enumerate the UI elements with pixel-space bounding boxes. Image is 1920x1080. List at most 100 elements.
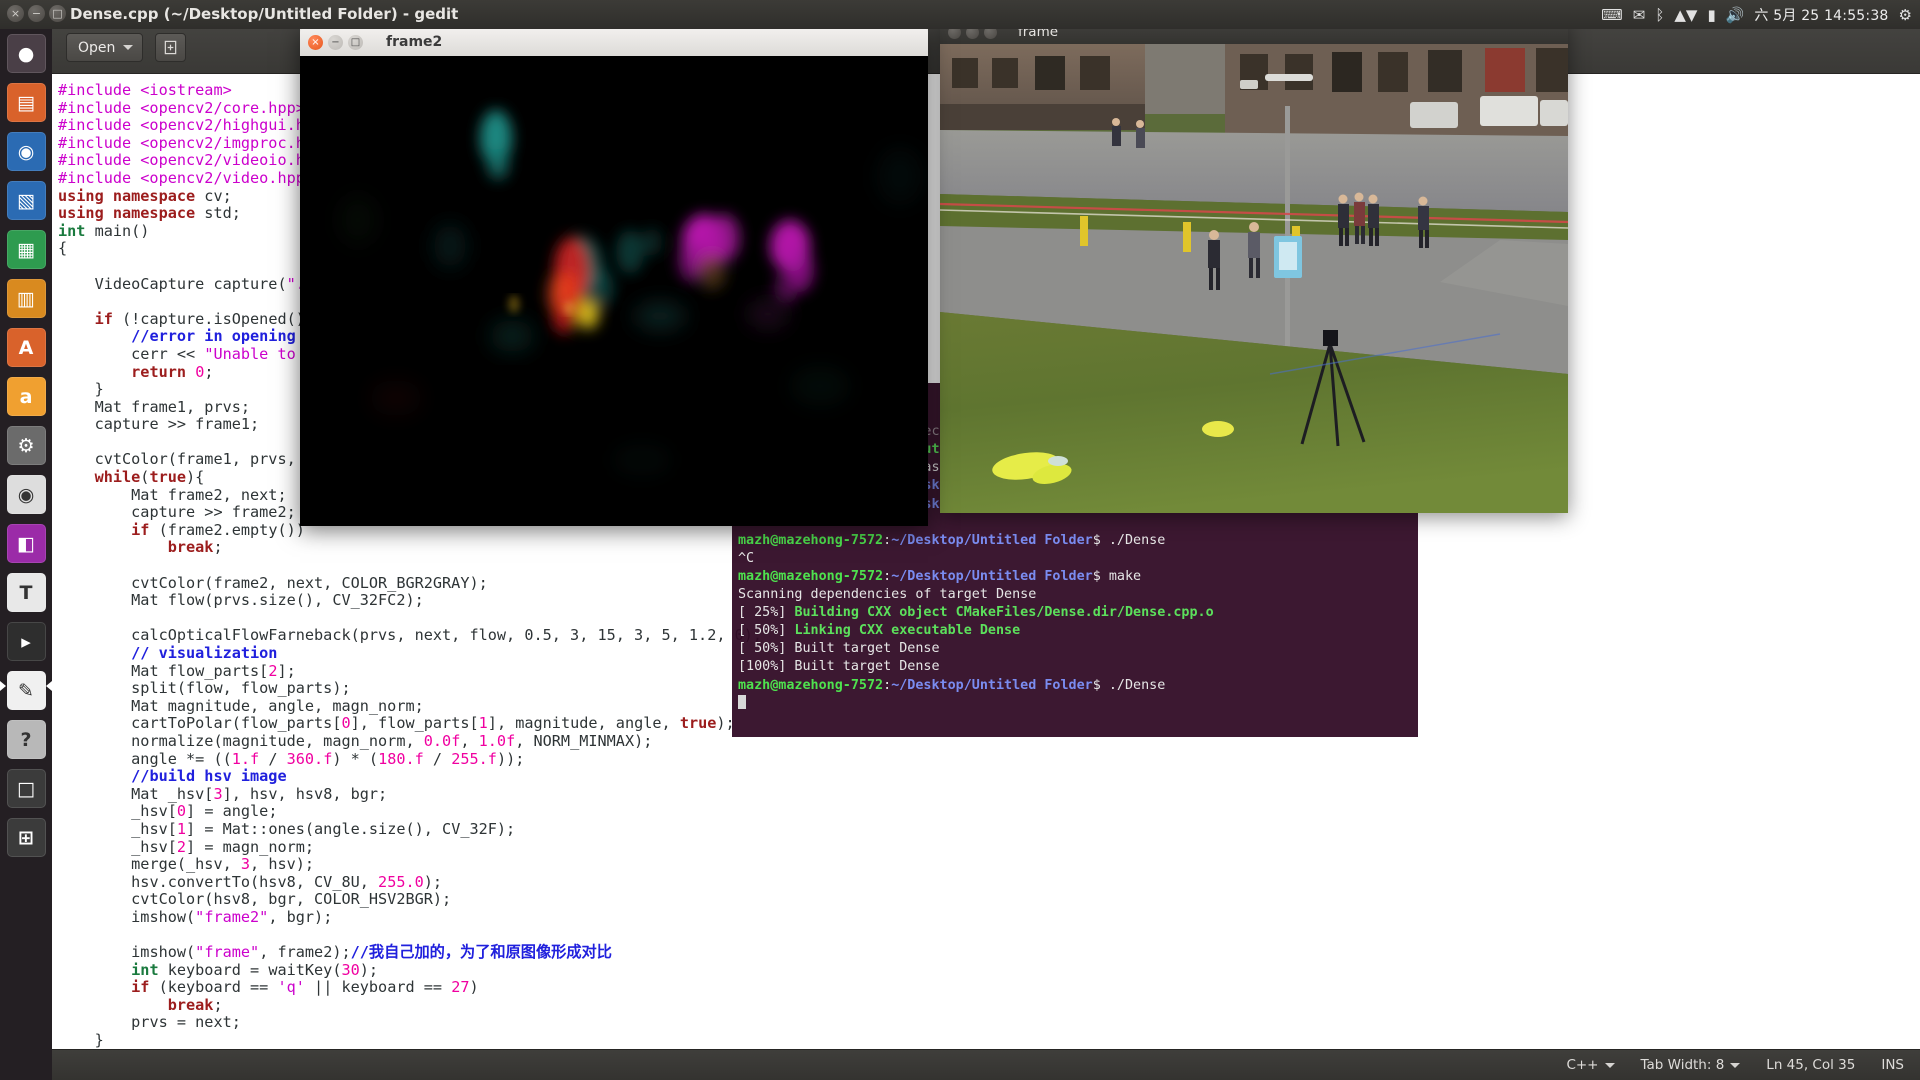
launcher-item-libreoffice-impress[interactable]: ▥: [0, 274, 52, 323]
code-token: true: [679, 714, 717, 733]
code-line: _hsv[1] = Mat::ones(angle.size(), CV_32F…: [58, 819, 1920, 839]
frame2-window[interactable]: × − □ frame2: [300, 28, 928, 526]
keyboard-icon[interactable]: ⌨: [1601, 6, 1623, 24]
terminal-token: $ ./Dense: [1092, 677, 1166, 693]
minimize-icon[interactable]: −: [328, 34, 343, 50]
libreoffice-impress-icon: ▥: [6, 279, 46, 318]
terminal-line: [ 50%] Built target Dense: [738, 640, 1412, 658]
battery-icon[interactable]: ▮: [1707, 6, 1715, 24]
code-token: Mat flow_parts[: [131, 661, 269, 680]
code-token: ){: [186, 468, 205, 487]
code-token: ] = magn_norm;: [186, 837, 315, 856]
code-token: 1: [176, 819, 187, 838]
close-icon[interactable]: ×: [308, 34, 323, 50]
terminal-token: [ 25%]: [738, 605, 795, 621]
launcher-item-workspace-switcher[interactable]: ⊞: [0, 813, 52, 862]
open-button[interactable]: Open: [66, 33, 144, 62]
code-token: , frame2);: [259, 943, 351, 962]
code-line: cvtColor(hsv8, bgr, COLOR_HSV2BGR);: [58, 891, 1920, 909]
launcher-item-libreoffice-calc[interactable]: ▦: [0, 225, 52, 274]
launcher-item-gedit-active[interactable]: ✎: [0, 666, 52, 715]
launcher-item-text-editor-gedit[interactable]: T: [0, 568, 52, 617]
code-token: if: [131, 978, 150, 997]
launcher-item-google-chrome[interactable]: ◉: [0, 470, 52, 519]
new-document-button[interactable]: [155, 33, 187, 62]
code-token: angle *= ((: [131, 749, 232, 768]
code-token: Mat frame2, next;: [131, 485, 287, 504]
code-line: }: [58, 1031, 1920, 1049]
code-token: "frame": [195, 943, 260, 962]
frame-window[interactable]: frame: [940, 20, 1568, 513]
tab-width-selector[interactable]: Tab Width: 8: [1641, 1057, 1741, 1073]
code-line: _hsv[0] = angle;: [58, 803, 1920, 821]
maximize-icon[interactable]: □: [49, 5, 66, 22]
launcher-item-pycharm-ide[interactable]: ◧: [0, 519, 52, 568]
code-token: ], hsv, hsv8, bgr;: [222, 784, 388, 803]
launcher-item-amazon-store[interactable]: a: [0, 372, 52, 421]
terminal-line: ^C: [738, 550, 1412, 568]
launcher-item-system-settings[interactable]: ⚙: [0, 421, 52, 470]
code-token: main(): [85, 221, 150, 240]
code-line: hsv.convertTo(hsv8, CV_8U, 255.0);: [58, 873, 1920, 892]
panel-indicators[interactable]: ⌨ ✉ ᛒ ▲▼ ▮ 🔊 六 5月 25 14:55:38 ⚙: [1601, 0, 1912, 29]
terminal-token: ^C: [738, 550, 755, 566]
launcher-item-help-viewer[interactable]: ?: [0, 715, 52, 764]
code-token: ], magnitude, angle,: [487, 714, 680, 733]
volume-icon[interactable]: 🔊: [1726, 6, 1745, 24]
code-token: cvtColor(frame2, next, COLOR_BGR2GRAY);: [131, 573, 488, 592]
code-token: 180.f: [378, 749, 424, 768]
clock[interactable]: 六 5月 25 14:55:38: [1754, 5, 1888, 25]
launcher-item-trash-bin[interactable]: □: [0, 764, 52, 813]
minimize-icon[interactable]: −: [28, 5, 45, 22]
bluetooth-icon[interactable]: ᛒ: [1655, 6, 1664, 24]
close-icon[interactable]: ×: [7, 5, 24, 22]
launcher-item-ubuntu-software[interactable]: A: [0, 323, 52, 372]
code-token: 3: [240, 855, 251, 874]
cursor-position-label: Ln 45, Col 35: [1766, 1057, 1856, 1073]
chevron-down-icon: [123, 45, 134, 50]
unity-launcher[interactable]: ● ▤ ◉ ▧ ▦ ▥ Aa ⚙ ◉ ◧ T ▸ ✎? □ ⊞: [0, 29, 52, 1080]
frame2-title-bar[interactable]: × − □ frame2: [300, 28, 928, 56]
code-token: capture >> frame1;: [94, 415, 260, 434]
code-token: ;: [213, 538, 223, 557]
code-token: //build hsv image: [131, 767, 287, 786]
messages-icon[interactable]: ✉: [1633, 6, 1646, 24]
terminal-token: [100%] Built target Dense: [738, 659, 940, 675]
launcher-item-firefox-browser[interactable]: ◉: [0, 127, 52, 176]
maximize-icon[interactable]: □: [348, 34, 363, 50]
terminal-token: mazh@mazehong-7572: [738, 532, 884, 548]
code-token: /: [259, 749, 287, 768]
launcher-item-files-manager[interactable]: ▤: [0, 78, 52, 127]
launcher-item-terminal[interactable]: ▸: [0, 617, 52, 666]
code-line: break;: [58, 995, 1920, 1015]
window-controls[interactable]: × − □: [7, 5, 66, 22]
terminal-token: :: [883, 677, 892, 693]
code-token: _hsv[: [131, 802, 177, 821]
new-document-icon: [165, 40, 177, 55]
code-token: }: [94, 1031, 104, 1049]
network-icon[interactable]: ▲▼: [1674, 6, 1697, 24]
code-token: prvs = next;: [131, 1013, 241, 1032]
code-line: imshow("frame", frame2);//我自己加的，为了和原图像形成…: [58, 943, 1920, 962]
help-viewer-icon: ?: [6, 720, 46, 759]
launcher-item-libreoffice-writer[interactable]: ▧: [0, 176, 52, 225]
code-token: 360.f: [286, 749, 333, 768]
gear-icon[interactable]: ⚙: [1899, 6, 1912, 24]
code-token: }: [94, 380, 104, 399]
code-token: 30: [341, 960, 360, 979]
code-line: angle *= ((1.f / 360.f) * (180.f / 255.f…: [58, 749, 1920, 769]
system-settings-icon: ⚙: [6, 426, 46, 465]
terminal-line: mazh@mazehong-7572:~/Desktop/Untitled Fo…: [738, 677, 1412, 695]
frame2-window-title: frame2: [386, 34, 443, 50]
code-token: Mat frame1, prvs;: [94, 397, 251, 416]
code-token: break: [167, 995, 214, 1014]
code-token: while: [94, 468, 141, 487]
language-selector[interactable]: C++: [1566, 1057, 1615, 1073]
code-token: _hsv[: [131, 819, 177, 838]
code-token: ): [469, 978, 479, 997]
code-token: if: [131, 520, 150, 539]
frame-video-canvas: [940, 44, 1568, 513]
code-token: ) * (: [332, 749, 379, 768]
insert-mode-indicator: INS: [1881, 1057, 1904, 1073]
launcher-item-ubuntu-dash[interactable]: ●: [0, 29, 52, 78]
